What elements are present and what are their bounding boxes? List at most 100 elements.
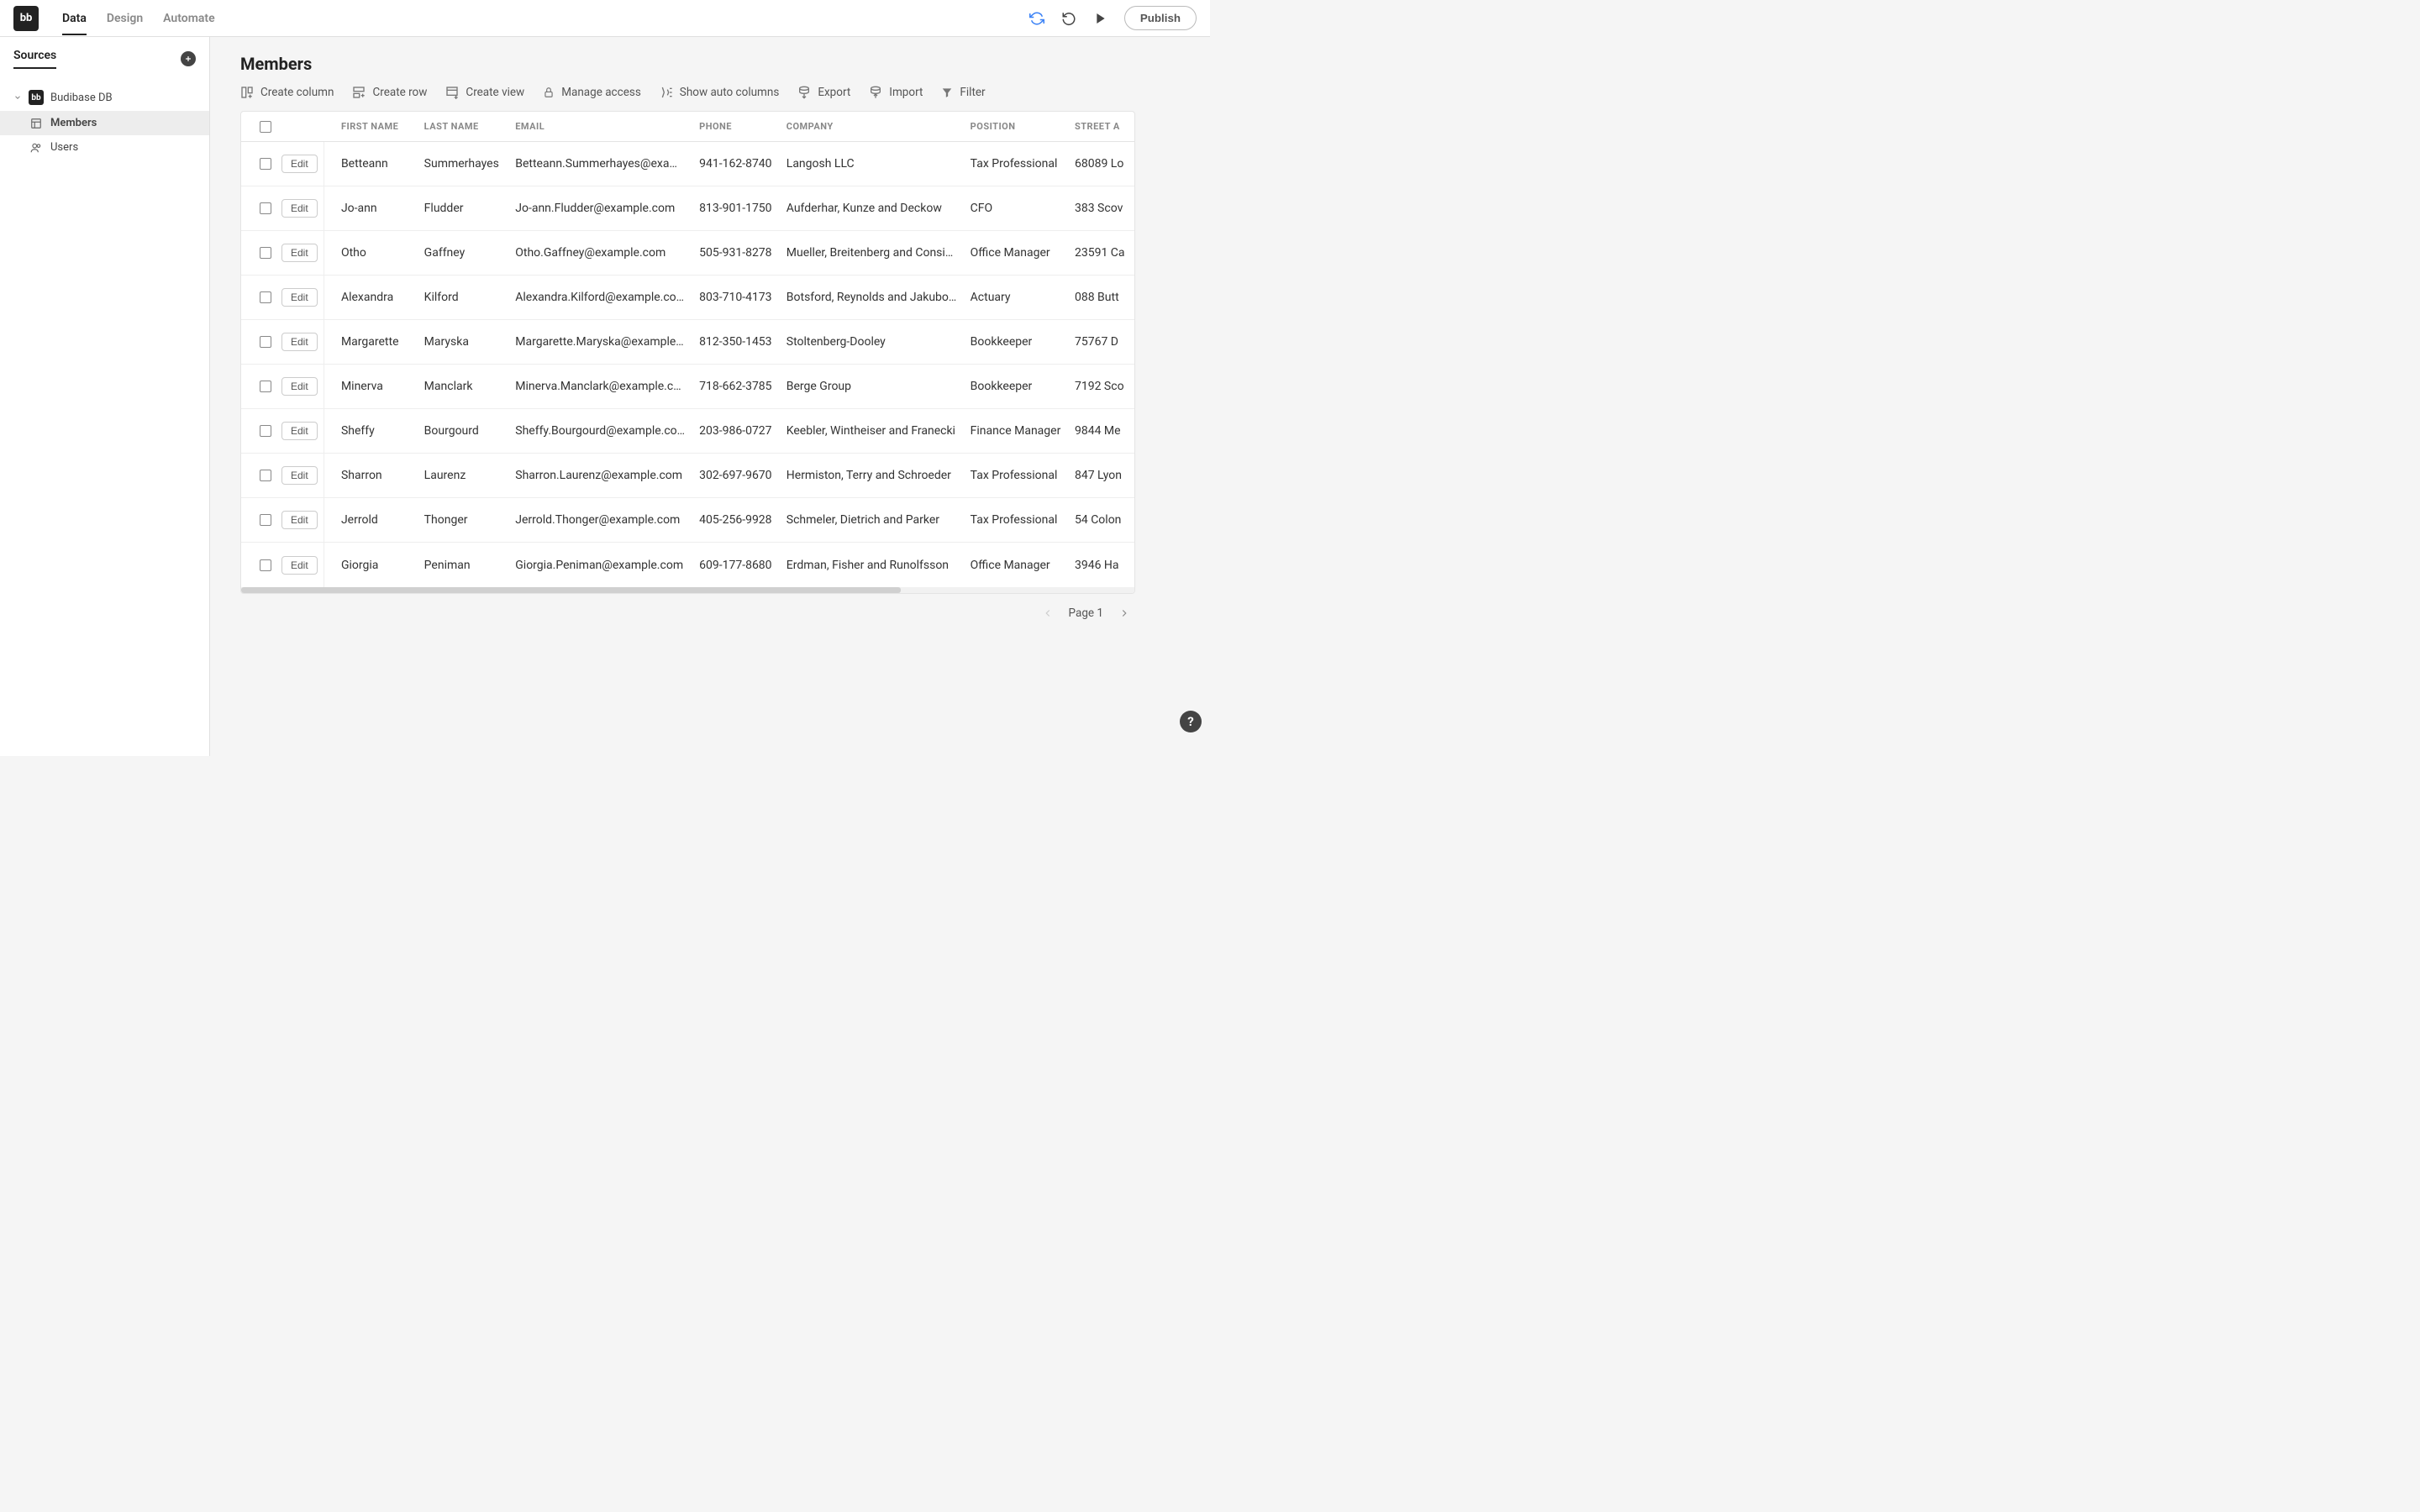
cell-email: Margarette.Maryska@example.c… [508,335,692,349]
tool-label: Create column [260,86,334,99]
tree-item-members[interactable]: Members [0,111,209,135]
play-icon[interactable] [1092,10,1109,27]
cell-email: Jo-ann.Fludder@example.com [508,202,692,215]
row-checkbox[interactable] [260,559,271,571]
cell-phone: 505-931-8278 [692,246,780,260]
cell-position: Tax Professional [964,157,1068,171]
tab-design[interactable]: Design [107,2,143,35]
export-button[interactable]: Export [797,86,850,99]
tree-item-database[interactable]: bb Budibase DB [0,84,209,111]
edit-button[interactable]: Edit [281,466,318,485]
edit-button[interactable]: Edit [281,377,318,396]
cell-position: CFO [964,202,1068,215]
table-row[interactable]: Edit GiorgiaPenimanGiorgia.Peniman@exampl… [241,543,1134,587]
column-header-street[interactable]: Street A [1068,121,1134,132]
row-checkbox[interactable] [260,470,271,481]
row-checkbox[interactable] [260,514,271,526]
tool-label: Create view [466,86,524,99]
create-column-button[interactable]: Create column [240,86,334,99]
row-checkbox[interactable] [260,202,271,214]
refresh-icon[interactable] [1028,10,1045,27]
cell-street: 7192 Sco [1068,380,1134,393]
horizontal-scrollbar[interactable] [241,587,1134,593]
cell-first-name: Otho [324,246,418,260]
cell-company: Aufderhar, Kunze and Deckow [780,202,964,215]
table-row[interactable]: EditAlexandraKilfordAlexandra.Kilford@ex… [241,276,1134,320]
sidebar: Sources bb Budibase DB Members [0,37,210,756]
table-row[interactable]: EditJerroldThongerJerrold.Thonger@exampl… [241,498,1134,543]
cell-street: 75767 D [1068,335,1134,349]
cell-phone: 718-662-3785 [692,380,780,393]
show-auto-columns-button[interactable]: Show auto columns [660,86,780,99]
tool-label: Filter [960,86,985,99]
cell-phone: 405-256-9928 [692,513,780,527]
cell-phone: 609-177-8680 [692,559,780,572]
cell-company: Berge Group [780,380,964,393]
publish-button[interactable]: Publish [1124,6,1197,30]
table-row[interactable]: EditMinervaManclarkMinerva.Manclark@exam… [241,365,1134,409]
table-row[interactable]: EditMargaretteMaryskaMargarette.Maryska@… [241,320,1134,365]
cell-street: 23591 Ca [1068,246,1134,260]
cell-street: 3946 Ha [1068,559,1134,572]
create-view-button[interactable]: Create view [445,86,524,99]
tool-label: Manage access [561,86,641,99]
cell-position: Bookkeeper [964,380,1068,393]
tree-item-users[interactable]: Users [0,135,209,160]
app-logo[interactable]: bb [13,6,39,31]
column-header-company[interactable]: Company [780,121,964,132]
row-checkbox[interactable] [260,291,271,303]
edit-button[interactable]: Edit [281,199,318,218]
row-checkbox[interactable] [260,336,271,348]
next-page-button[interactable] [1117,606,1132,621]
cell-first-name: Giorgia [324,559,418,572]
scrollbar-thumb[interactable] [241,587,901,593]
table-row[interactable]: EditOthoGaffneyOtho.Gaffney@example.com5… [241,231,1134,276]
table-row[interactable]: EditBetteannSummerhayesBetteann.Summerha… [241,142,1134,186]
manage-access-button[interactable]: Manage access [543,86,641,99]
cell-first-name: Alexandra [324,291,418,304]
cell-first-name: Sharron [324,469,418,482]
column-header-last-name[interactable]: Last Name [418,121,509,132]
filter-button[interactable]: Filter [941,86,985,99]
edit-button[interactable]: Edit [281,288,318,307]
undo-icon[interactable] [1060,10,1077,27]
edit-button[interactable]: Edit [281,333,318,351]
cell-last-name: Manclark [418,380,509,393]
prev-page-button[interactable] [1040,606,1055,621]
cell-email: Sharron.Laurenz@example.com [508,469,692,482]
tab-automate[interactable]: Automate [163,2,214,35]
create-row-button[interactable]: Create row [352,86,427,99]
table-row[interactable]: EditJo-annFludderJo-ann.Fludder@example.… [241,186,1134,231]
cell-last-name: Peniman [418,559,509,572]
cell-last-name: Laurenz [418,469,509,482]
column-header-first-name[interactable]: First Name [324,121,418,132]
column-header-email[interactable]: Email [508,121,692,132]
table-header: First Name Last Name Email Phone Company… [241,112,1134,142]
table-icon [30,118,44,129]
table-row[interactable]: EditSheffyBourgourdSheffy.Bourgourd@exam… [241,409,1134,454]
import-button[interactable]: Import [869,86,923,99]
edit-button[interactable]: Edit [281,244,318,262]
sidebar-header: Sources [0,37,209,77]
cell-phone: 803-710-4173 [692,291,780,304]
row-checkbox[interactable] [260,425,271,437]
row-checkbox[interactable] [260,381,271,392]
cell-email: Giorgia.Peniman@example.com [508,559,692,572]
cell-first-name: Margarette [324,335,418,349]
row-checkbox[interactable] [260,158,271,170]
help-button[interactable]: ? [1180,711,1202,732]
cell-company: Erdman, Fisher and Runolfsson [780,559,964,572]
column-header-phone[interactable]: Phone [692,121,780,132]
row-checkbox[interactable] [260,247,271,259]
column-header-position[interactable]: Position [964,121,1068,132]
add-source-button[interactable] [181,51,196,66]
cell-email: Betteann.Summerhayes@exam… [508,157,692,171]
table-row[interactable]: Edit SharronLaurenzSharron.Laurenz@exampl… [241,454,1134,498]
edit-button[interactable]: Edit [281,556,318,575]
edit-button[interactable]: Edit [281,511,318,529]
select-all-checkbox[interactable] [260,121,271,133]
cell-phone: 812-350-1453 [692,335,780,349]
edit-button[interactable]: Edit [281,422,318,440]
edit-button[interactable]: Edit [281,155,318,173]
tab-data[interactable]: Data [62,2,87,35]
